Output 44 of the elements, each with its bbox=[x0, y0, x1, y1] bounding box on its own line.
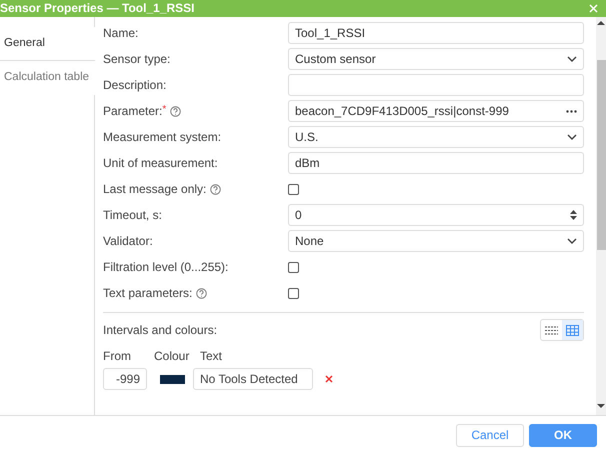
section-title: Intervals and colours: bbox=[103, 322, 218, 339]
field-label: Validator: bbox=[103, 233, 153, 250]
field-label: Text parameters: bbox=[103, 285, 192, 302]
help-icon[interactable] bbox=[210, 184, 222, 194]
scroll-up-icon[interactable] bbox=[597, 20, 605, 26]
column-header: Colour bbox=[154, 348, 190, 365]
field-label: Measurement system: bbox=[103, 129, 222, 146]
scrollbar-thumb[interactable] bbox=[596, 60, 606, 250]
from-field[interactable]: -999 bbox=[103, 368, 147, 390]
checkbox[interactable] bbox=[288, 184, 299, 194]
colour-swatch[interactable] bbox=[160, 374, 185, 384]
chevron-down-icon bbox=[567, 238, 577, 244]
chevron-down-icon bbox=[567, 56, 577, 62]
tab[interactable]: Calculation table bbox=[0, 60, 95, 94]
column-header: From bbox=[103, 348, 132, 365]
text-field[interactable]: No Tools Detected bbox=[193, 368, 313, 390]
field-label: Parameter: bbox=[103, 103, 162, 120]
help-icon[interactable] bbox=[170, 106, 182, 116]
field-label: Unit of measurement: bbox=[103, 155, 218, 172]
column-header: Text bbox=[200, 348, 222, 365]
input-field[interactable]: 0 bbox=[288, 204, 584, 226]
chevron-down-icon bbox=[567, 134, 577, 140]
field-label: Sensor type: bbox=[103, 51, 170, 68]
help-icon[interactable] bbox=[196, 288, 208, 298]
checkbox[interactable] bbox=[288, 262, 299, 272]
input-field[interactable]: beacon_7CD9F413D005_rssi|const-999 bbox=[288, 100, 584, 122]
field-label: Name: bbox=[103, 25, 138, 42]
delete-icon[interactable] bbox=[325, 375, 333, 383]
field-label: Timeout, s: bbox=[103, 207, 162, 224]
spinner-icon[interactable] bbox=[570, 210, 577, 220]
dropdown[interactable]: Custom sensor bbox=[288, 48, 584, 70]
field-label: Filtration level (0...255): bbox=[103, 259, 228, 276]
required-mark: * bbox=[162, 103, 166, 117]
field-label: Last message only: bbox=[103, 181, 206, 198]
scroll-down-icon[interactable] bbox=[597, 403, 605, 409]
more-icon[interactable] bbox=[566, 110, 577, 112]
checkbox[interactable] bbox=[288, 288, 299, 298]
input-field[interactable]: Tool_1_RSSI bbox=[288, 22, 584, 44]
dropdown[interactable]: None bbox=[288, 230, 584, 252]
field-label: Description: bbox=[103, 77, 166, 94]
dropdown[interactable]: U.S. bbox=[288, 126, 584, 148]
input-field[interactable] bbox=[288, 74, 584, 96]
window-title: Sensor Properties — Tool_1_RSSI bbox=[0, 0, 195, 17]
input-field[interactable]: dBm bbox=[288, 152, 584, 174]
